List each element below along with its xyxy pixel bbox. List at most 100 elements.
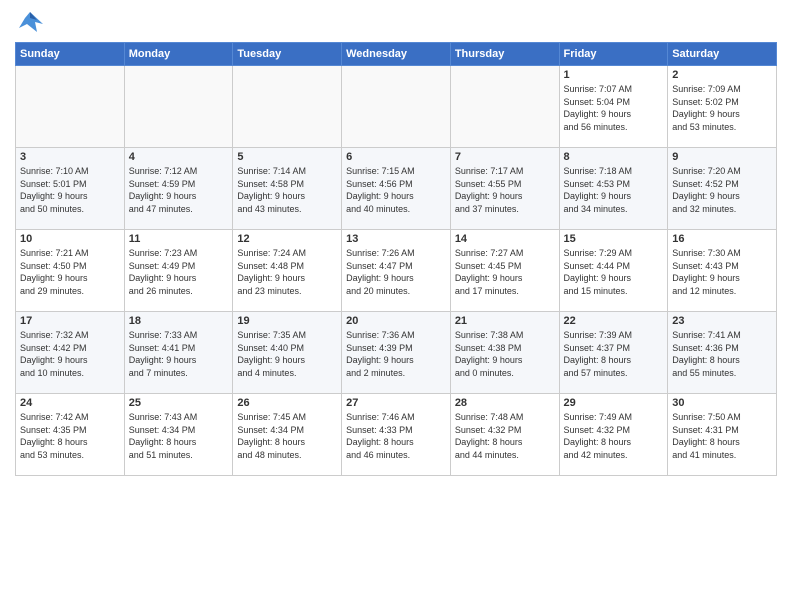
day-info: Sunrise: 7:07 AM Sunset: 5:04 PM Dayligh… xyxy=(564,83,664,133)
week-row-3: 10 Sunrise: 7:21 AM Sunset: 4:50 PM Dayli… xyxy=(16,230,777,312)
day-cell: 12Sunrise: 7:24 AM Sunset: 4:48 PM Dayli… xyxy=(233,230,342,312)
day-number: 22 xyxy=(564,315,664,327)
day-number: 27 xyxy=(346,397,446,409)
day-number: 1 xyxy=(564,69,664,81)
day-number: 26 xyxy=(237,397,337,409)
day-number: 18 xyxy=(129,315,229,327)
day-cell xyxy=(124,66,233,148)
week-row-4: 17 Sunrise: 7:32 AM Sunset: 4:42 PM Dayli… xyxy=(16,312,777,394)
weekday-sunday: Sunday xyxy=(16,43,125,66)
page-container: SundayMondayTuesdayWednesdayThursdayFrid… xyxy=(0,0,792,481)
day-info: Sunrise: 7:12 AM Sunset: 4:59 PM Dayligh… xyxy=(129,165,229,215)
day-info: Sunrise: 7:38 AM Sunset: 4:38 PM Dayligh… xyxy=(455,329,555,379)
day-cell: 18 Sunrise: 7:33 AM Sunset: 4:41 PM Dayli… xyxy=(124,312,233,394)
day-info: Sunrise: 7:43 AM Sunset: 4:34 PM Dayligh… xyxy=(129,411,229,461)
weekday-monday: Monday xyxy=(124,43,233,66)
day-info: Sunrise: 7:48 AM Sunset: 4:32 PM Dayligh… xyxy=(455,411,555,461)
week-row-5: 24 Sunrise: 7:42 AM Sunset: 4:35 PM Dayli… xyxy=(16,394,777,476)
day-info: Sunrise: 7:42 AM Sunset: 4:35 PM Dayligh… xyxy=(20,411,120,461)
day-info: Sunrise: 7:35 AM Sunset: 4:40 PM Dayligh… xyxy=(237,329,337,379)
day-info: Sunrise: 7:32 AM Sunset: 4:42 PM Dayligh… xyxy=(20,329,120,379)
day-number: 30 xyxy=(672,397,772,409)
day-cell: 7 Sunrise: 7:17 AM Sunset: 4:55 PM Daylig… xyxy=(450,148,559,230)
day-cell: 28 Sunrise: 7:48 AM Sunset: 4:32 PM Dayli… xyxy=(450,394,559,476)
day-number: 14 xyxy=(455,233,555,245)
day-cell: 23 Sunrise: 7:41 AM Sunset: 4:36 PM Dayli… xyxy=(668,312,777,394)
day-cell: 20 Sunrise: 7:36 AM Sunset: 4:39 PM Dayli… xyxy=(342,312,451,394)
day-cell: 25 Sunrise: 7:43 AM Sunset: 4:34 PM Dayli… xyxy=(124,394,233,476)
day-info: Sunrise: 7:27 AM Sunset: 4:45 PM Dayligh… xyxy=(455,247,555,297)
day-number: 28 xyxy=(455,397,555,409)
day-number: 10 xyxy=(20,233,120,245)
day-cell: 29 Sunrise: 7:49 AM Sunset: 4:32 PM Dayli… xyxy=(559,394,668,476)
weekday-tuesday: Tuesday xyxy=(233,43,342,66)
week-row-1: 1 Sunrise: 7:07 AM Sunset: 5:04 PM Daylig… xyxy=(16,66,777,148)
day-info: Sunrise: 7:39 AM Sunset: 4:37 PM Dayligh… xyxy=(564,329,664,379)
day-number: 7 xyxy=(455,151,555,163)
calendar-body: 1 Sunrise: 7:07 AM Sunset: 5:04 PM Daylig… xyxy=(16,66,777,476)
day-info: Sunrise: 7:20 AM Sunset: 4:52 PM Dayligh… xyxy=(672,165,772,215)
calendar-header: SundayMondayTuesdayWednesdayThursdayFrid… xyxy=(16,43,777,66)
day-cell: 9 Sunrise: 7:20 AM Sunset: 4:52 PM Daylig… xyxy=(668,148,777,230)
day-info: Sunrise: 7:36 AM Sunset: 4:39 PM Dayligh… xyxy=(346,329,446,379)
day-info: Sunrise: 7:17 AM Sunset: 4:55 PM Dayligh… xyxy=(455,165,555,215)
weekday-thursday: Thursday xyxy=(450,43,559,66)
day-number: 9 xyxy=(672,151,772,163)
day-cell xyxy=(16,66,125,148)
day-number: 24 xyxy=(20,397,120,409)
calendar: SundayMondayTuesdayWednesdayThursdayFrid… xyxy=(15,42,777,476)
day-number: 29 xyxy=(564,397,664,409)
logo xyxy=(15,10,49,38)
day-cell: 17 Sunrise: 7:32 AM Sunset: 4:42 PM Dayli… xyxy=(16,312,125,394)
day-cell: 13Sunrise: 7:26 AM Sunset: 4:47 PM Dayli… xyxy=(342,230,451,312)
header xyxy=(15,10,777,38)
day-info: Sunrise: 7:21 AM Sunset: 4:50 PM Dayligh… xyxy=(20,247,120,297)
day-info: Sunrise: 7:09 AM Sunset: 5:02 PM Dayligh… xyxy=(672,83,772,133)
day-number: 4 xyxy=(129,151,229,163)
day-cell: 1 Sunrise: 7:07 AM Sunset: 5:04 PM Daylig… xyxy=(559,66,668,148)
day-info: Sunrise: 7:46 AM Sunset: 4:33 PM Dayligh… xyxy=(346,411,446,461)
day-number: 8 xyxy=(564,151,664,163)
day-number: 11 xyxy=(129,233,229,245)
day-cell: 30 Sunrise: 7:50 AM Sunset: 4:31 PM Dayli… xyxy=(668,394,777,476)
day-cell: 27 Sunrise: 7:46 AM Sunset: 4:33 PM Dayli… xyxy=(342,394,451,476)
weekday-wednesday: Wednesday xyxy=(342,43,451,66)
day-cell: 2 Sunrise: 7:09 AM Sunset: 5:02 PM Daylig… xyxy=(668,66,777,148)
day-number: 5 xyxy=(237,151,337,163)
day-cell: 4 Sunrise: 7:12 AM Sunset: 4:59 PM Daylig… xyxy=(124,148,233,230)
day-cell: 24 Sunrise: 7:42 AM Sunset: 4:35 PM Dayli… xyxy=(16,394,125,476)
day-number: 3 xyxy=(20,151,120,163)
day-cell: 6 Sunrise: 7:15 AM Sunset: 4:56 PM Daylig… xyxy=(342,148,451,230)
day-number: 19 xyxy=(237,315,337,327)
day-info: Sunrise: 7:29 AM Sunset: 4:44 PM Dayligh… xyxy=(564,247,664,297)
day-number: 6 xyxy=(346,151,446,163)
day-info: Sunrise: 7:10 AM Sunset: 5:01 PM Dayligh… xyxy=(20,165,120,215)
day-cell: 19 Sunrise: 7:35 AM Sunset: 4:40 PM Dayli… xyxy=(233,312,342,394)
weekday-friday: Friday xyxy=(559,43,668,66)
day-cell: 14 Sunrise: 7:27 AM Sunset: 4:45 PM Dayli… xyxy=(450,230,559,312)
weekday-saturday: Saturday xyxy=(668,43,777,66)
day-number: 23 xyxy=(672,315,772,327)
day-cell xyxy=(342,66,451,148)
day-info: Sunrise: 7:24 AM Sunset: 4:48 PM Dayligh… xyxy=(237,247,337,297)
day-number: 20 xyxy=(346,315,446,327)
day-cell: 26 Sunrise: 7:45 AM Sunset: 4:34 PM Dayli… xyxy=(233,394,342,476)
day-number: 2 xyxy=(672,69,772,81)
day-info: Sunrise: 7:49 AM Sunset: 4:32 PM Dayligh… xyxy=(564,411,664,461)
day-info: Sunrise: 7:45 AM Sunset: 4:34 PM Dayligh… xyxy=(237,411,337,461)
day-cell: 5Sunrise: 7:14 AM Sunset: 4:58 PM Daylig… xyxy=(233,148,342,230)
day-number: 13 xyxy=(346,233,446,245)
day-info: Sunrise: 7:41 AM Sunset: 4:36 PM Dayligh… xyxy=(672,329,772,379)
day-info: Sunrise: 7:50 AM Sunset: 4:31 PM Dayligh… xyxy=(672,411,772,461)
weekday-header-row: SundayMondayTuesdayWednesdayThursdayFrid… xyxy=(16,43,777,66)
day-number: 16 xyxy=(672,233,772,245)
day-number: 17 xyxy=(20,315,120,327)
day-cell: 8Sunrise: 7:18 AM Sunset: 4:53 PM Daylig… xyxy=(559,148,668,230)
day-info: Sunrise: 7:23 AM Sunset: 4:49 PM Dayligh… xyxy=(129,247,229,297)
day-info: Sunrise: 7:33 AM Sunset: 4:41 PM Dayligh… xyxy=(129,329,229,379)
day-number: 25 xyxy=(129,397,229,409)
week-row-2: 3 Sunrise: 7:10 AM Sunset: 5:01 PM Daylig… xyxy=(16,148,777,230)
day-cell: 21Sunrise: 7:38 AM Sunset: 4:38 PM Dayli… xyxy=(450,312,559,394)
day-info: Sunrise: 7:15 AM Sunset: 4:56 PM Dayligh… xyxy=(346,165,446,215)
day-cell: 10 Sunrise: 7:21 AM Sunset: 4:50 PM Dayli… xyxy=(16,230,125,312)
